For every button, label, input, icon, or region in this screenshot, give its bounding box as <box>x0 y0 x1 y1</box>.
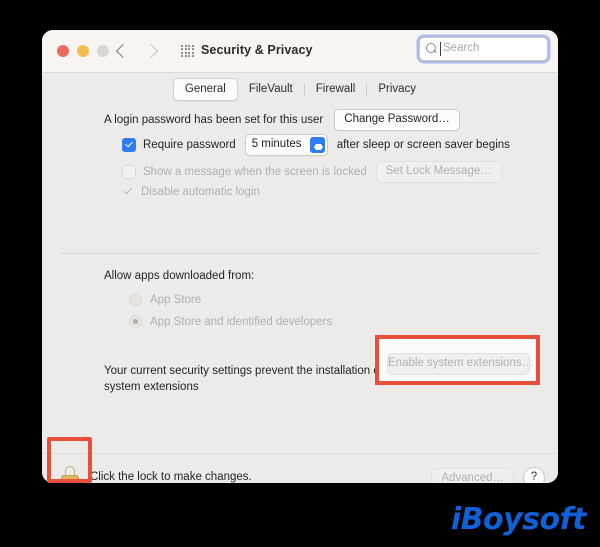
page-title: Security & Privacy <box>201 43 313 57</box>
lock-message-row: Show a message when the screen is locked… <box>122 161 502 183</box>
login-password-status: A login password has been set for this u… <box>104 114 324 126</box>
close-button[interactable] <box>57 45 69 57</box>
allow-apps-heading-row: Allow apps downloaded from: <box>104 270 254 282</box>
advanced-button: Advanced… <box>431 468 514 483</box>
traffic-light-buttons <box>57 45 109 57</box>
back-arrow-icon[interactable] <box>115 43 131 59</box>
require-password-suffix: after sleep or screen saver begins <box>336 139 510 151</box>
radio-app-store-row: App Store <box>129 293 201 306</box>
radio-app-store-identified-developers <box>129 315 142 328</box>
minimize-button[interactable] <box>77 45 89 57</box>
lock-message-checkbox <box>122 165 136 179</box>
system-extensions-message: Your current security settings prevent t… <box>104 363 383 395</box>
set-lock-message-button: Set Lock Message… <box>375 161 502 183</box>
window-bottom-bar: Click the lock to make changes. Advanced… <box>42 453 558 483</box>
lock-message-label: Show a message when the screen is locked <box>143 166 367 178</box>
require-password-label: Require password <box>143 139 236 151</box>
text-cursor <box>440 42 441 56</box>
require-password-interval-select[interactable]: 5 minutes <box>244 134 328 156</box>
radio-app-store <box>129 293 142 306</box>
grid-icon[interactable] <box>181 45 194 57</box>
section-divider <box>60 253 540 254</box>
system-extensions-message-line1: Your current security settings prevent t… <box>104 365 383 377</box>
general-pane: A login password has been set for this u… <box>42 105 558 453</box>
enable-system-extensions-button: Enable system extensions… <box>387 353 533 375</box>
lock-highlight-box <box>47 437 92 483</box>
navigation-buttons <box>115 41 159 59</box>
stepper-arrows-icon[interactable] <box>309 137 325 153</box>
tab-privacy[interactable]: Privacy <box>367 79 427 100</box>
allow-apps-heading: Allow apps downloaded from: <box>104 270 255 282</box>
search-placeholder: Search <box>443 42 480 54</box>
require-password-checkbox[interactable] <box>122 138 136 152</box>
help-button[interactable]: ? <box>523 467 545 483</box>
disable-auto-login-row: Disable automatic login <box>122 186 260 198</box>
iboysoft-watermark: iBoysoft <box>450 502 587 537</box>
system-extensions-message-line2: system extensions <box>104 381 199 393</box>
radio-app-store-identified-developers-row: App Store and identified developers <box>129 315 332 328</box>
disable-auto-login-label: Disable automatic login <box>141 186 260 198</box>
disable-auto-login-checkbox <box>122 186 134 198</box>
window-titlebar: Security & Privacy Search <box>42 30 558 73</box>
login-password-row: A login password has been set for this u… <box>104 109 460 131</box>
radio-app-store-label: App Store <box>150 293 202 306</box>
require-password-row: Require password 5 minutes after sleep o… <box>122 134 510 156</box>
require-password-interval-value: 5 minutes <box>251 138 302 150</box>
change-password-button[interactable]: Change Password… <box>334 109 460 131</box>
forward-arrow-icon <box>143 43 159 59</box>
tab-filevault[interactable]: FileVault <box>238 79 304 100</box>
search-field[interactable]: Search <box>419 37 548 61</box>
search-icon <box>426 43 436 53</box>
security-privacy-window: Security & Privacy Search General FileVa… <box>42 30 558 483</box>
zoom-button <box>97 45 109 57</box>
tab-bar: General FileVault Firewall Privacy <box>42 73 558 105</box>
tab-general[interactable]: General <box>172 77 238 101</box>
radio-app-store-identified-developers-label: App Store and identified developers <box>150 315 333 328</box>
lock-hint-text: Click the lock to make changes. <box>90 471 252 483</box>
tab-firewall[interactable]: Firewall <box>305 79 367 100</box>
